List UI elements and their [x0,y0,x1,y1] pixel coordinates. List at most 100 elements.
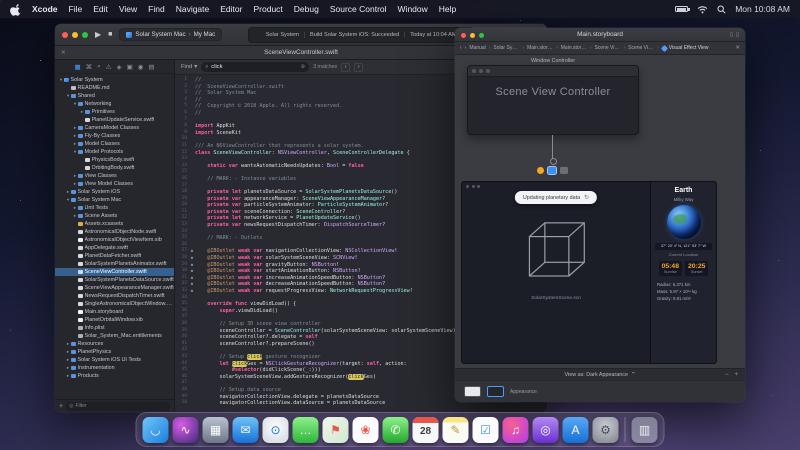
battery-icon[interactable] [675,6,690,12]
find-scope-menu[interactable]: Find ▾ [181,64,197,70]
tree-item[interactable]: ▸ Resources [55,340,174,348]
line-number[interactable]: 5 [175,103,189,110]
menu-file[interactable]: File [69,4,83,14]
tree-item[interactable]: NewsRequestDispatchTimer.swift [55,292,174,300]
menubar-clock[interactable]: Mon 10:08 AM [735,4,790,14]
dock-photos[interactable]: ❀ [352,416,379,443]
spotlight-icon[interactable] [717,5,726,14]
line-number[interactable]: 25 [175,235,189,242]
zoom-window-button[interactable] [82,31,88,38]
scheme-selector[interactable]: Solar System Mac › My Mac [119,28,223,41]
menu-source-control[interactable]: Source Control [330,4,387,14]
stop-button[interactable]: ■ [108,31,112,38]
dock-facetime[interactable]: ✆ [382,416,409,443]
dock-mail[interactable]: ✉ [232,416,259,443]
tree-item[interactable]: Info.plist [55,324,174,332]
tree-item[interactable]: ▸ View Model Classes [55,180,174,188]
menu-editor[interactable]: Editor [220,4,242,14]
dock-messages[interactable]: … [292,416,319,443]
line-number[interactable]: 48 [175,387,189,394]
line-number[interactable]: 8 [175,123,189,130]
zoom-out-button[interactable]: − [725,372,729,378]
tree-item[interactable]: AppDelegate.swift [55,244,174,252]
find-input[interactable]: ⌕ click ⊗ [201,62,310,72]
minimize-window-button[interactable] [72,31,78,38]
back-icon[interactable]: ‹ [460,45,462,51]
dock-podcasts[interactable]: ◎ [532,416,559,443]
tree-item[interactable]: SolarSystemPlanetsAnimator.swift [55,260,174,268]
navigator-tab-0-icon[interactable]: ▦ [74,63,80,71]
navigator-tab-5-icon[interactable]: ▣ [127,63,133,71]
tree-item[interactable]: Main.storyboard [55,308,174,316]
tree-item[interactable]: PlanetDataFetcher.swift [55,252,174,260]
dock-launchpad[interactable]: ▦ [202,416,229,443]
tree-item[interactable]: ▸ Fly-By Classes [55,132,174,140]
menu-view[interactable]: View [119,4,137,14]
minimize-window-button[interactable] [470,32,475,38]
dock-siri[interactable]: ∿ [172,416,199,443]
tree-item[interactable]: SceneViewAppearanceManager.swift [55,284,174,292]
tree-item[interactable]: AstronomicalObjectViewItem.xib [55,236,174,244]
dock-app-store[interactable]: A [562,416,589,443]
breadcrumb-item[interactable]: Solar System Mac [493,45,519,51]
menu-navigate[interactable]: Navigate [176,4,210,14]
line-number[interactable]: 38 [175,321,189,328]
tree-item[interactable]: PlanetUpdateService.swift [55,116,174,124]
line-number[interactable]: 50 [175,400,189,407]
dock-trash[interactable]: ▥ [631,416,658,443]
navigator-tab-7-icon[interactable]: ▤ [148,63,154,71]
tree-item[interactable]: Solar_System_Mac.entitlements [55,332,174,340]
line-number[interactable]: 18 [175,189,189,196]
view-controller-preview[interactable]: Updating planetary data ↻ SolarSystemSce… [461,181,717,364]
inspector-toggle-icon[interactable]: ▯ [736,32,739,38]
tree-item[interactable]: ▾ Solar System Mac [55,196,174,204]
tree-item[interactable]: ▾ Networking [55,100,174,108]
previous-match-button[interactable]: ‹ [341,62,351,72]
tree-item[interactable]: README.md [55,84,174,92]
menu-edit[interactable]: Edit [93,4,108,14]
dock-calendar[interactable]: 28 [412,416,439,443]
menu-window[interactable]: Window [398,4,428,14]
line-number[interactable]: 23 [175,222,189,229]
close-window-button[interactable] [62,31,68,38]
menu-find[interactable]: Find [148,4,165,14]
tree-item[interactable]: ▸ Solar System iOS UI Tests [55,356,174,364]
tree-item[interactable]: SceneViewController.swift [55,268,174,276]
apple-menu-icon[interactable] [10,3,21,16]
add-file-icon[interactable]: + [59,403,63,410]
breadcrumb-item[interactable]: Main.storyboard [527,45,553,51]
tree-item[interactable]: ▸ Scene Assets [55,212,174,220]
tree-item[interactable]: OrbitingBody.swift [55,164,174,172]
filter-field[interactable]: ◎ Filter [66,401,170,411]
tree-item[interactable]: ▸ Solar System iOS [55,188,174,196]
close-window-button[interactable] [461,32,466,38]
breadcrumb-item[interactable]: Scene View Controller Scene [594,45,620,51]
tree-item[interactable]: AstronomicalObjectNode.swift [55,228,174,236]
tree-item[interactable]: PlanetOrbitalWindow.xib [55,316,174,324]
dock-notes[interactable]: ✎ [442,416,469,443]
navigator-tab-1-icon[interactable]: ⌘ [86,63,93,71]
light-appearance-thumbnail[interactable] [464,386,481,397]
menu-product[interactable]: Product [253,4,282,14]
navigator-tab-2-icon[interactable]: ⌕ [97,63,101,71]
line-number[interactable]: 43 [175,354,189,361]
dark-appearance-thumbnail[interactable] [487,386,504,397]
line-number[interactable]: 13 [175,156,189,163]
tree-item[interactable]: ▸ Instrumentation [55,364,174,372]
line-number[interactable]: 30 [175,268,189,275]
line-number[interactable]: 15 [175,169,189,176]
storyboard-canvas[interactable]: Window Controller Scene View Controller [455,55,745,368]
tree-item[interactable]: SolarSystemPlanetsDataSource.swift [55,276,174,284]
line-number[interactable]: 45 [175,367,189,374]
tree-item[interactable]: ▸ Unit Tests [55,204,174,212]
refresh-icon[interactable]: ↻ [584,194,589,201]
line-number[interactable]: 20 [175,202,189,209]
wifi-icon[interactable] [697,5,708,14]
dock-finder[interactable]: ◡ [142,416,169,443]
line-number[interactable]: 37 [175,314,189,321]
line-number[interactable]: 40 [175,334,189,341]
menu-help[interactable]: Help [439,4,456,14]
tree-item[interactable]: ▸ Products [55,372,174,380]
line-number[interactable]: 42 [175,347,189,354]
breadcrumb-current[interactable]: Visual Effect View [660,44,709,52]
